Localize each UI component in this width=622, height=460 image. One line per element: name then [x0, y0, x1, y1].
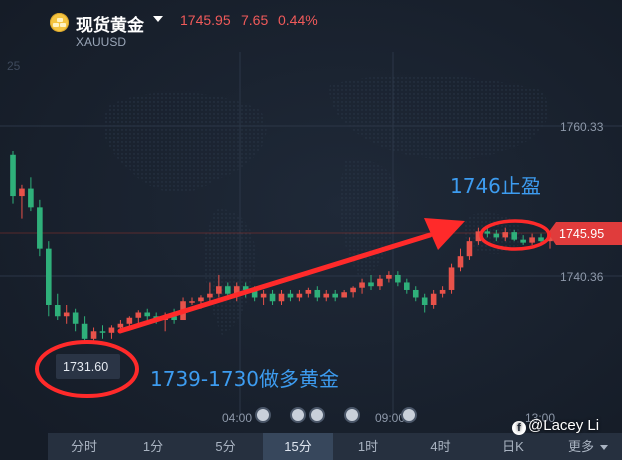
- candle-body: [207, 293, 213, 298]
- tab-15min[interactable]: 15分: [263, 433, 333, 460]
- tab-4hour[interactable]: 4时: [403, 433, 478, 460]
- current-price-label: 1745.95: [559, 227, 604, 241]
- scroll-handle[interactable]: [309, 407, 325, 423]
- facebook-icon: f: [512, 421, 526, 435]
- candle-body: [386, 274, 392, 279]
- tab-daily[interactable]: 日K: [478, 433, 548, 460]
- long-entry-annotation: 1739-1730做多黄金: [150, 367, 339, 391]
- candle-body: [198, 297, 204, 302]
- candle-body: [439, 289, 446, 294]
- x-tick-label: 04:00: [222, 411, 252, 425]
- candle-body: [421, 297, 428, 305]
- y-tick-label: 1760.33: [560, 120, 604, 134]
- candle-body: [332, 293, 338, 298]
- candle-body: [54, 304, 61, 317]
- candle-body: [314, 289, 321, 298]
- candle-body: [538, 237, 544, 242]
- more-caret-icon[interactable]: [600, 445, 608, 450]
- candle-body: [108, 327, 115, 333]
- watermark-text: @Lacey Li: [528, 417, 600, 434]
- candle-body: [493, 233, 500, 238]
- candle-body: [529, 237, 535, 243]
- candle-body: [72, 312, 79, 324]
- candle-body: [484, 231, 491, 234]
- candle-body: [81, 323, 88, 339]
- candle-body: [457, 256, 464, 268]
- candle-body: [350, 287, 356, 293]
- watermark: f @Lacey Li: [512, 417, 599, 435]
- take-profit-annotation: 1746止盈: [450, 174, 541, 198]
- tab-timeshare[interactable]: 分时: [50, 433, 118, 460]
- candle-body: [46, 248, 52, 305]
- chevron-down-icon[interactable]: [153, 16, 163, 22]
- candle-body: [10, 154, 16, 197]
- candle-body: [278, 293, 285, 302]
- tab-1min[interactable]: 1分: [118, 433, 188, 460]
- instrument-header: 现货黄金 XAUUSD 1745.95 7.65 0.44%: [0, 0, 622, 52]
- last-price: 1745.95: [180, 12, 231, 28]
- candle-body: [323, 293, 330, 298]
- candle-body: [466, 241, 473, 257]
- candle-body: [448, 267, 455, 290]
- candlestick-chart: 251760.331740.3604:00 09:00 13:001745.9517…: [0, 0, 622, 460]
- y-tick-label: 1740.36: [560, 270, 604, 284]
- scroll-handle[interactable]: [290, 407, 306, 423]
- gold-bars-icon: [50, 13, 69, 32]
- candle-body: [189, 301, 195, 303]
- candle-body: [430, 293, 437, 305]
- candle-body: [63, 312, 70, 317]
- candle-body: [368, 282, 374, 287]
- candle-body: [502, 232, 509, 238]
- price-change-percent: 0.44%: [278, 12, 318, 28]
- scroll-handle[interactable]: [255, 407, 271, 423]
- candle-body: [216, 286, 222, 294]
- candle-body: [117, 323, 124, 328]
- candle-body: [377, 278, 383, 287]
- low-price-label: 1731.60: [63, 360, 108, 374]
- candle-body: [90, 331, 97, 339]
- candle-body: [19, 188, 25, 197]
- candle-body: [135, 312, 142, 318]
- candle-body: [37, 207, 43, 249]
- candle-body: [511, 232, 517, 240]
- candle-body: [269, 293, 276, 302]
- tab-5min[interactable]: 5分: [188, 433, 263, 460]
- candle-body: [520, 239, 526, 243]
- candle-body: [287, 293, 294, 298]
- candle-body: [395, 274, 401, 283]
- candle-body: [404, 282, 410, 290]
- scroll-handle[interactable]: [344, 407, 360, 423]
- candle-body: [144, 312, 151, 317]
- candle-body: [359, 282, 365, 288]
- y-tick-label: 25: [7, 59, 21, 73]
- candle-body: [341, 292, 347, 298]
- candle-body: [28, 188, 34, 208]
- price-change: 7.65: [241, 12, 269, 28]
- candle-body: [99, 331, 106, 333]
- candle-body: [260, 293, 267, 298]
- instrument-symbol: XAUUSD: [76, 35, 127, 49]
- instrument-name[interactable]: 现货黄金: [76, 11, 144, 36]
- candle-body: [296, 293, 303, 298]
- candle-body: [412, 289, 419, 298]
- timeframe-tabs: 分时 1分 5分 15分 1时 4时 日K 更多: [48, 433, 622, 460]
- candle-body: [305, 289, 312, 294]
- scroll-handle[interactable]: [401, 407, 417, 423]
- candle-body: [225, 286, 231, 294]
- candle-body: [126, 317, 133, 324]
- tab-1hour[interactable]: 1时: [333, 433, 403, 460]
